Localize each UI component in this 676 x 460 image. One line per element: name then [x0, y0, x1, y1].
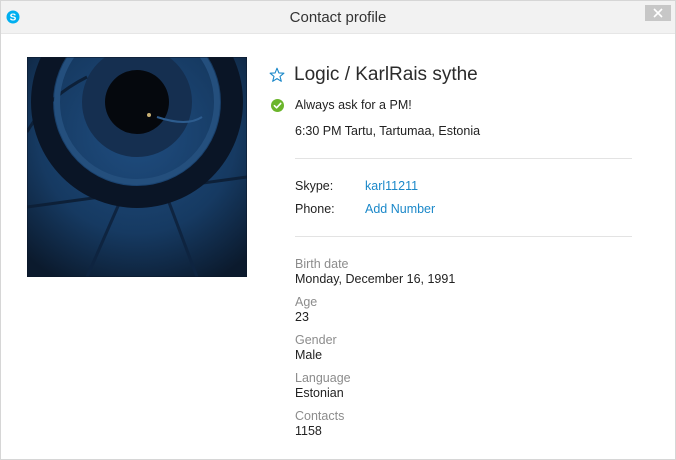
contact-profile-window: S Contact profile Logic / KarlRais sythe… [0, 0, 676, 460]
online-check-icon [271, 98, 284, 112]
skype-name-link[interactable]: karl11211 [365, 179, 418, 193]
close-button[interactable] [645, 5, 671, 21]
add-number-link[interactable]: Add Number [365, 202, 435, 216]
window-title: Contact profile [289, 9, 387, 26]
birth-date-label: Birth date [295, 257, 349, 271]
close-icon [653, 8, 663, 18]
language-value: Estonian [295, 386, 344, 400]
divider [295, 236, 632, 237]
title-bar: S Contact profile [1, 1, 675, 34]
contacts-count: 1158 [295, 424, 322, 438]
birth-date-value: Monday, December 16, 1991 [295, 272, 456, 286]
profile-header: Logic / KarlRais sythe [269, 63, 478, 87]
skype-label: Skype: [295, 179, 334, 193]
local-time-location: 6:30 PM Tartu, Tartumaa, Estonia [295, 124, 481, 138]
contacts-field: Contacts 1158 [295, 409, 344, 439]
contact-name: Logic / KarlRais sythe [294, 64, 478, 85]
mood-row: Always ask for a PM! [271, 98, 412, 112]
divider [295, 158, 632, 159]
contacts-label: Contacts [295, 409, 345, 423]
mood-message: Always ask for a PM! [295, 98, 412, 112]
star-outline-icon[interactable] [269, 67, 285, 83]
age-value: 23 [295, 310, 309, 324]
phone-label: Phone: [295, 202, 335, 216]
language-label: Language [295, 371, 351, 385]
age-label: Age [295, 295, 318, 309]
language-field: Language Estonian [295, 371, 351, 401]
gender-value: Male [295, 348, 323, 362]
age-field: Age 23 [295, 295, 317, 325]
gender-field: Gender Male [295, 333, 337, 363]
gender-label: Gender [295, 333, 337, 347]
birth-date-field: Birth date Monday, December 16, 1991 [295, 257, 455, 287]
profile-picture[interactable] [27, 57, 247, 277]
